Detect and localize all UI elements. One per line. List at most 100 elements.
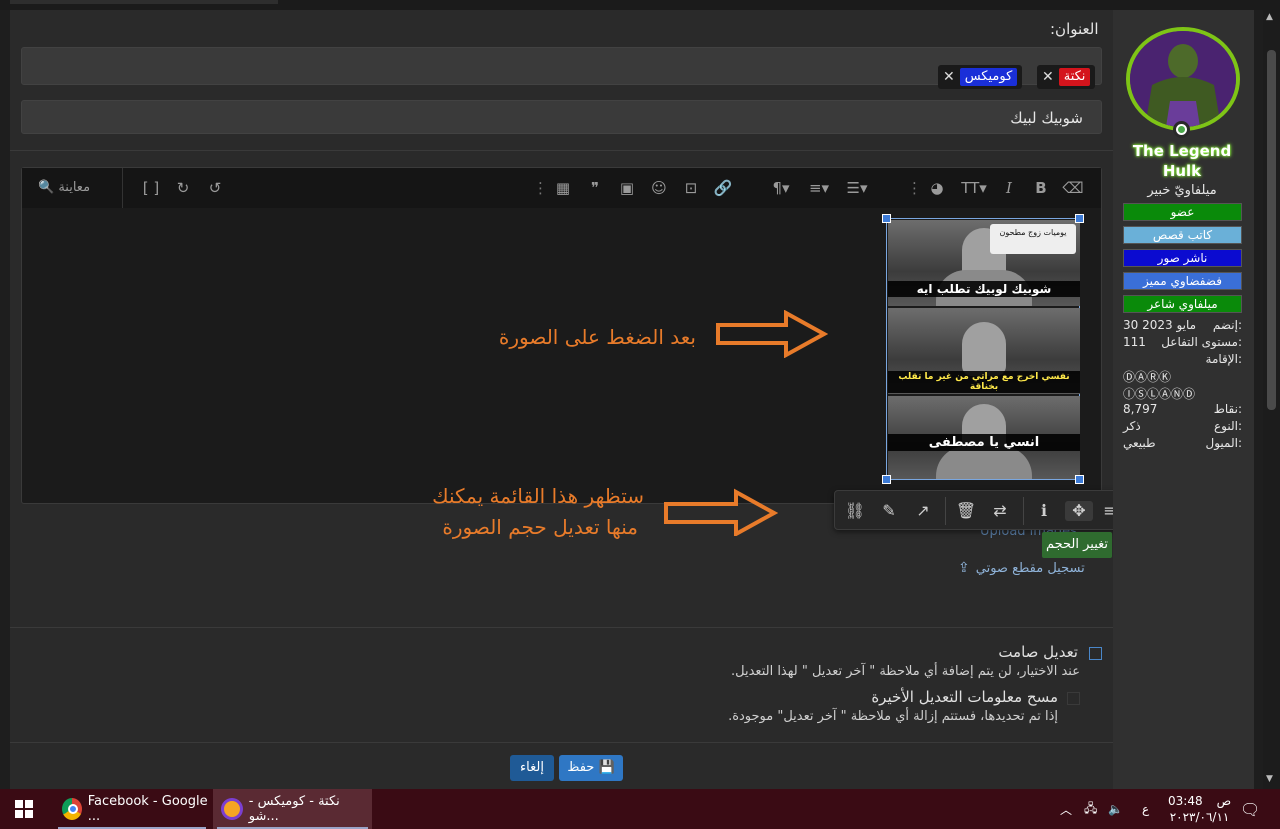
embedded-meme-image[interactable]: يوميات زوج مطحون شوبيك لوبيك تطلب ايه نف… bbox=[882, 214, 1084, 484]
record-audio-label: تسجيل مقطع صوتي bbox=[975, 560, 1085, 576]
tag-chip-nokta[interactable]: نكتة ✕ bbox=[1037, 65, 1096, 89]
media-icon[interactable]: ▣ bbox=[616, 178, 638, 198]
clock-time: 03:48 bbox=[1168, 794, 1203, 808]
stat-value[interactable]: 111 bbox=[1123, 335, 1146, 349]
redo-icon[interactable]: ↻ bbox=[172, 178, 194, 198]
more-icon[interactable]: ⋮ bbox=[533, 178, 548, 198]
browser-tab-edge bbox=[10, 0, 278, 4]
input-language[interactable]: ع bbox=[1142, 789, 1149, 829]
user-banner: ناشر صور bbox=[1123, 249, 1242, 267]
username-line: The Legend bbox=[1132, 142, 1232, 160]
move-resize-icon[interactable]: ✥ bbox=[1065, 501, 1093, 521]
stat-value: ⒹⒶⓇⓀ bbox=[1123, 370, 1172, 384]
windows-start-icon[interactable] bbox=[15, 800, 33, 818]
scrollbar-thumb[interactable] bbox=[1267, 50, 1276, 410]
bold-icon[interactable]: B bbox=[1030, 178, 1052, 198]
page-scrollbar[interactable]: ▲ ▼ bbox=[1263, 10, 1280, 790]
text-size-icon[interactable]: TT▾ bbox=[958, 178, 990, 198]
resize-handle[interactable] bbox=[1075, 475, 1084, 484]
tag-label: كوميكس bbox=[959, 68, 1018, 86]
stat-value: ⒾⓈⓁⒶⓃⒹ bbox=[1123, 387, 1196, 401]
alt-text-icon[interactable]: ℹ bbox=[1033, 501, 1055, 521]
user-banner: فضفضاوي مميز bbox=[1123, 272, 1242, 290]
edit-icon[interactable]: ✎ bbox=[878, 501, 900, 521]
clear-edit-info-description: إذا تم تحديدها، فستتم إزالة أي ملاحظة " … bbox=[728, 709, 1058, 724]
stat-label: مستوى التفاعل: bbox=[1161, 335, 1242, 349]
replace-icon[interactable]: ⇄ bbox=[989, 501, 1011, 521]
clock[interactable]: 03:48 ص ٢٠٢٣/٠٦/١١ bbox=[1168, 789, 1231, 829]
cancel-button[interactable]: إلغاء bbox=[510, 755, 554, 781]
resize-handle[interactable] bbox=[1075, 214, 1084, 223]
network-icon[interactable]: 🖧 bbox=[1084, 789, 1097, 829]
list-icon[interactable]: ☰▾ bbox=[842, 178, 872, 198]
quote-icon[interactable]: ❞ bbox=[584, 178, 606, 198]
link-icon[interactable]: 🔗 bbox=[712, 178, 734, 198]
user-banner: كاتب قصص bbox=[1123, 226, 1242, 244]
paragraph-icon[interactable]: ¶▾ bbox=[766, 178, 796, 198]
meme-watermark: يوميات زوج مطحون bbox=[990, 224, 1076, 254]
taskbar-item-label: نكتة - كوميكس - شو... bbox=[248, 794, 340, 824]
taskbar-item-browser[interactable]: نكتة - كوميكس - شو... bbox=[213, 789, 372, 829]
title-label: العنوان: bbox=[1050, 20, 1099, 38]
taskbar-item-chrome[interactable]: Facebook - Google ... bbox=[54, 789, 210, 829]
align-icon[interactable]: ≡▾ bbox=[804, 178, 834, 198]
scroll-down-icon[interactable]: ▼ bbox=[1266, 774, 1273, 784]
title-input-value: شوبيك لبيك bbox=[1010, 109, 1083, 127]
taskbar-item-label: Facebook - Google ... bbox=[87, 794, 208, 824]
username[interactable]: The Legend Hulk bbox=[1120, 141, 1244, 181]
preview-button[interactable]: معاينة 🔍 bbox=[38, 178, 90, 198]
stat-label: إنضم: bbox=[1212, 318, 1242, 332]
save-icon: 💾 bbox=[598, 760, 615, 775]
eraser-icon[interactable]: ⌫ bbox=[1062, 178, 1084, 198]
save-button[interactable]: 💾 حفظ bbox=[559, 755, 623, 781]
palette-icon[interactable]: ◕ bbox=[926, 178, 948, 198]
open-link-icon[interactable]: ↗ bbox=[912, 501, 934, 521]
tag-chip-comics[interactable]: كوميكس ✕ bbox=[938, 65, 1023, 89]
delete-icon[interactable]: 🗑 bbox=[955, 501, 977, 521]
user-banner: ميلفاوي شاعر bbox=[1123, 295, 1242, 313]
meme-panel: يوميات زوج مطحون شوبيك لوبيك تطلب ايه bbox=[888, 220, 1080, 306]
silent-edit-description: عند الاختيار، لن يتم إضافة أي ملاحظة " آ… bbox=[731, 664, 1080, 679]
meme-figure-head bbox=[962, 322, 1006, 376]
annotation-arrow bbox=[716, 310, 828, 358]
smilie-icon[interactable]: ☺ bbox=[648, 178, 670, 198]
meme-caption: نفسي اخرج مع مراتي من غير ما تقلب بخناقة bbox=[888, 371, 1080, 393]
browser-top-strip bbox=[0, 0, 1280, 10]
volume-icon[interactable]: 🔈 bbox=[1108, 789, 1123, 829]
toggle-bbcode-icon[interactable]: [ ] bbox=[140, 178, 162, 198]
tray-chevron-icon[interactable]: ︿ bbox=[1060, 789, 1072, 829]
italic-icon[interactable]: I bbox=[998, 178, 1020, 198]
stat-value[interactable]: 8,797 bbox=[1123, 402, 1157, 416]
meme-caption: شوبيك لوبيك تطلب ايه bbox=[888, 281, 1080, 297]
title-input[interactable]: شوبيك لبيك bbox=[21, 100, 1102, 134]
resize-handle[interactable] bbox=[882, 214, 891, 223]
resize-handle[interactable] bbox=[882, 475, 891, 484]
tag-label: نكتة bbox=[1058, 68, 1091, 86]
username-line: Hulk bbox=[1162, 162, 1202, 180]
save-label: حفظ bbox=[567, 760, 595, 775]
image-icon[interactable]: ⊡ bbox=[680, 178, 702, 198]
clear-edit-info-checkbox[interactable] bbox=[1067, 692, 1080, 705]
avatar[interactable] bbox=[1126, 27, 1240, 131]
remove-tag-icon[interactable]: ✕ bbox=[1042, 69, 1054, 85]
scroll-up-icon[interactable]: ▲ bbox=[1266, 12, 1273, 22]
table-icon[interactable]: ▦ bbox=[552, 178, 574, 198]
more-icon[interactable]: ⋮ bbox=[907, 178, 922, 198]
user-banner: عضو bbox=[1123, 203, 1242, 221]
stat-value: طبيعي bbox=[1123, 436, 1156, 450]
unlink-icon[interactable]: ⛓ bbox=[844, 501, 866, 521]
browser-icon bbox=[221, 798, 243, 820]
stat-value: ذكر bbox=[1123, 419, 1141, 433]
clock-ampm: ص bbox=[1216, 794, 1232, 808]
windows-taskbar: Facebook - Google ... نكتة - كوميكس - شو… bbox=[0, 789, 1280, 829]
upload-icon: ⇪ bbox=[958, 560, 970, 576]
silent-edit-checkbox[interactable] bbox=[1089, 647, 1102, 660]
annotation-text: ستظهر هذا القائمة يمكنك bbox=[432, 484, 644, 508]
preview-label: معاينة bbox=[58, 180, 91, 195]
undo-icon[interactable]: ↺ bbox=[204, 178, 226, 198]
remove-tag-icon[interactable]: ✕ bbox=[943, 69, 955, 85]
notifications-icon[interactable]: 🗨 bbox=[1240, 789, 1260, 829]
clear-edit-info-label: مسح معلومات التعديل الأخيرة bbox=[871, 688, 1058, 706]
image-context-menu: ≡▾ ✥ ℹ ⇄ 🗑 ↗ ✎ ⛓ bbox=[834, 490, 1133, 530]
record-audio-link[interactable]: تسجيل مقطع صوتي ⇪ bbox=[958, 560, 1085, 576]
